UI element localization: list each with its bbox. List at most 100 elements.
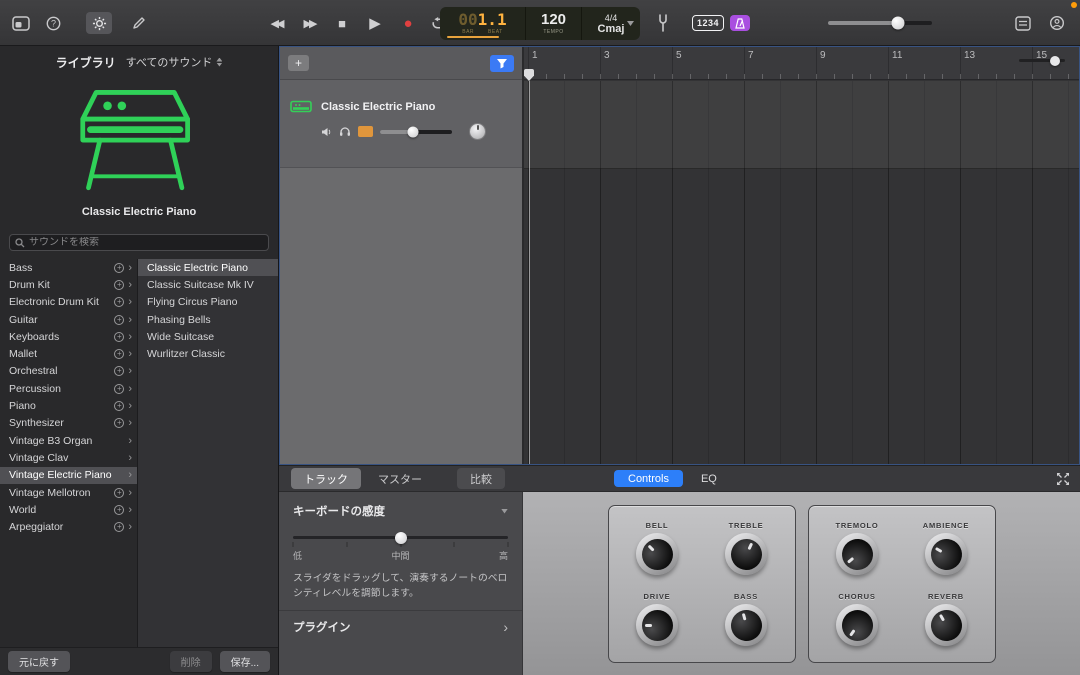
knob-control[interactable]: BASS: [702, 584, 791, 655]
add-plus-icon[interactable]: [114, 332, 124, 342]
mute-speaker-icon[interactable]: [321, 127, 332, 137]
library-toggle-icon[interactable]: [8, 12, 34, 34]
timeline-ruler[interactable]: 13579111315: [524, 47, 1079, 80]
tab-eq[interactable]: EQ: [687, 470, 731, 487]
lcd-chevron-down-icon[interactable]: [627, 21, 634, 26]
edit-pencil-icon[interactable]: [126, 12, 152, 34]
compare-button[interactable]: 比較: [457, 468, 505, 489]
playhead-handle[interactable]: [524, 69, 534, 81]
category-item[interactable]: Synthesizer: [0, 415, 137, 432]
knob-control[interactable]: AMBIENCE: [902, 513, 991, 584]
add-plus-icon[interactable]: [114, 522, 124, 532]
add-plus-icon[interactable]: [114, 315, 124, 325]
category-item[interactable]: Electronic Drum Kit: [0, 294, 137, 311]
tab-master[interactable]: マスター: [365, 468, 435, 489]
quick-help-icon[interactable]: ?: [40, 12, 66, 34]
category-item[interactable]: Arpeggiator: [0, 518, 137, 535]
category-item[interactable]: Vintage Mellotron: [0, 484, 137, 501]
category-item[interactable]: Vintage Clav: [0, 449, 137, 466]
patch-item[interactable]: Wide Suitcase: [138, 328, 278, 345]
add-plus-icon[interactable]: [114, 401, 124, 411]
zoom-thumb[interactable]: [1050, 56, 1060, 66]
add-plus-icon[interactable]: [114, 418, 124, 428]
patch-item[interactable]: Wurlitzer Classic: [138, 345, 278, 362]
settings-gear-icon[interactable]: [86, 12, 112, 34]
add-plus-icon[interactable]: [114, 505, 124, 515]
search-box[interactable]: [9, 234, 269, 251]
knob[interactable]: [925, 533, 967, 575]
category-item[interactable]: Piano: [0, 397, 137, 414]
add-plus-icon[interactable]: [114, 263, 124, 273]
knob[interactable]: [836, 604, 878, 646]
record-button[interactable]: [398, 15, 418, 32]
pan-knob[interactable]: [469, 123, 486, 140]
category-item[interactable]: Keyboards: [0, 328, 137, 345]
solo-headphones-icon[interactable]: [339, 126, 351, 137]
play-button[interactable]: [365, 14, 385, 32]
input-badge[interactable]: [358, 126, 373, 137]
track-lane[interactable]: [524, 81, 1079, 169]
fast-forward-button[interactable]: [299, 17, 319, 30]
patch-item[interactable]: Classic Suitcase Mk IV: [138, 276, 278, 293]
undo-button[interactable]: 元に戻す: [8, 651, 70, 672]
knob-control[interactable]: BELL: [613, 513, 702, 584]
playhead[interactable]: [524, 69, 534, 464]
knob-control[interactable]: TREMOLO: [813, 513, 902, 584]
knob[interactable]: [725, 604, 767, 646]
knob[interactable]: [925, 604, 967, 646]
category-item[interactable]: Guitar: [0, 311, 137, 328]
knob[interactable]: [636, 533, 678, 575]
track-volume-thumb[interactable]: [408, 126, 419, 137]
lcd-display[interactable]: 001.1 BARBEAT 120 TEMPO 4/4 Cmaj: [440, 7, 640, 40]
category-item[interactable]: Vintage B3 Organ: [0, 432, 137, 449]
category-item[interactable]: Bass: [0, 259, 137, 276]
category-item[interactable]: Mallet: [0, 345, 137, 362]
add-plus-icon[interactable]: [114, 280, 124, 290]
patch-item[interactable]: Classic Electric Piano: [138, 259, 278, 276]
master-volume-slider[interactable]: [828, 21, 932, 25]
count-in-button[interactable]: 1234: [692, 15, 724, 31]
category-item[interactable]: Drum Kit: [0, 276, 137, 293]
knob[interactable]: [636, 604, 678, 646]
sensitivity-slider[interactable]: [293, 536, 508, 539]
knob-control[interactable]: REVERB: [902, 584, 991, 655]
knob-control[interactable]: DRIVE: [613, 584, 702, 655]
rewind-button[interactable]: [266, 17, 286, 30]
add-plus-icon[interactable]: [114, 366, 124, 376]
save-button[interactable]: 保存...: [220, 651, 270, 672]
stop-button[interactable]: [332, 16, 352, 31]
knob-control[interactable]: TREBLE: [702, 513, 791, 584]
knob[interactable]: [836, 533, 878, 575]
category-item[interactable]: World: [0, 501, 137, 518]
patch-item[interactable]: Flying Circus Piano: [138, 294, 278, 311]
knob[interactable]: [725, 533, 767, 575]
tab-controls[interactable]: Controls: [614, 470, 683, 487]
metronome-button[interactable]: [730, 15, 750, 31]
sensitivity-thumb[interactable]: [395, 532, 407, 544]
category-item[interactable]: Vintage Electric Piano: [0, 467, 137, 484]
detach-controls-icon[interactable]: [1056, 472, 1070, 486]
track-volume-slider[interactable]: [380, 130, 452, 134]
add-plus-icon[interactable]: [114, 349, 124, 359]
patch-item[interactable]: Phasing Bells: [138, 311, 278, 328]
volume-thumb[interactable]: [891, 17, 904, 30]
delete-button[interactable]: 削除: [170, 651, 212, 672]
lcd-key-section[interactable]: 4/4 Cmaj: [582, 7, 640, 40]
category-item[interactable]: Orchestral: [0, 363, 137, 380]
arrange-grid[interactable]: [524, 81, 1079, 464]
sensitivity-header[interactable]: キーボードの感度: [293, 503, 508, 519]
zoom-slider[interactable]: [1019, 59, 1065, 62]
add-plus-icon[interactable]: [114, 297, 124, 307]
category-item[interactable]: Percussion: [0, 380, 137, 397]
add-plus-icon[interactable]: [114, 384, 124, 394]
lcd-position-section[interactable]: 001.1 BARBEAT: [440, 7, 526, 40]
sound-filter-dropdown[interactable]: すべてのサウンド: [126, 54, 223, 70]
sound-search-input[interactable]: [29, 237, 263, 248]
add-track-button[interactable]: +: [288, 55, 309, 71]
media-browser-icon[interactable]: [1044, 12, 1070, 34]
track-header[interactable]: Classic Electric Piano: [280, 80, 522, 168]
tab-track[interactable]: トラック: [291, 468, 361, 489]
tuning-fork-icon[interactable]: [650, 12, 676, 34]
add-plus-icon[interactable]: [114, 488, 124, 498]
knob-control[interactable]: CHORUS: [813, 584, 902, 655]
